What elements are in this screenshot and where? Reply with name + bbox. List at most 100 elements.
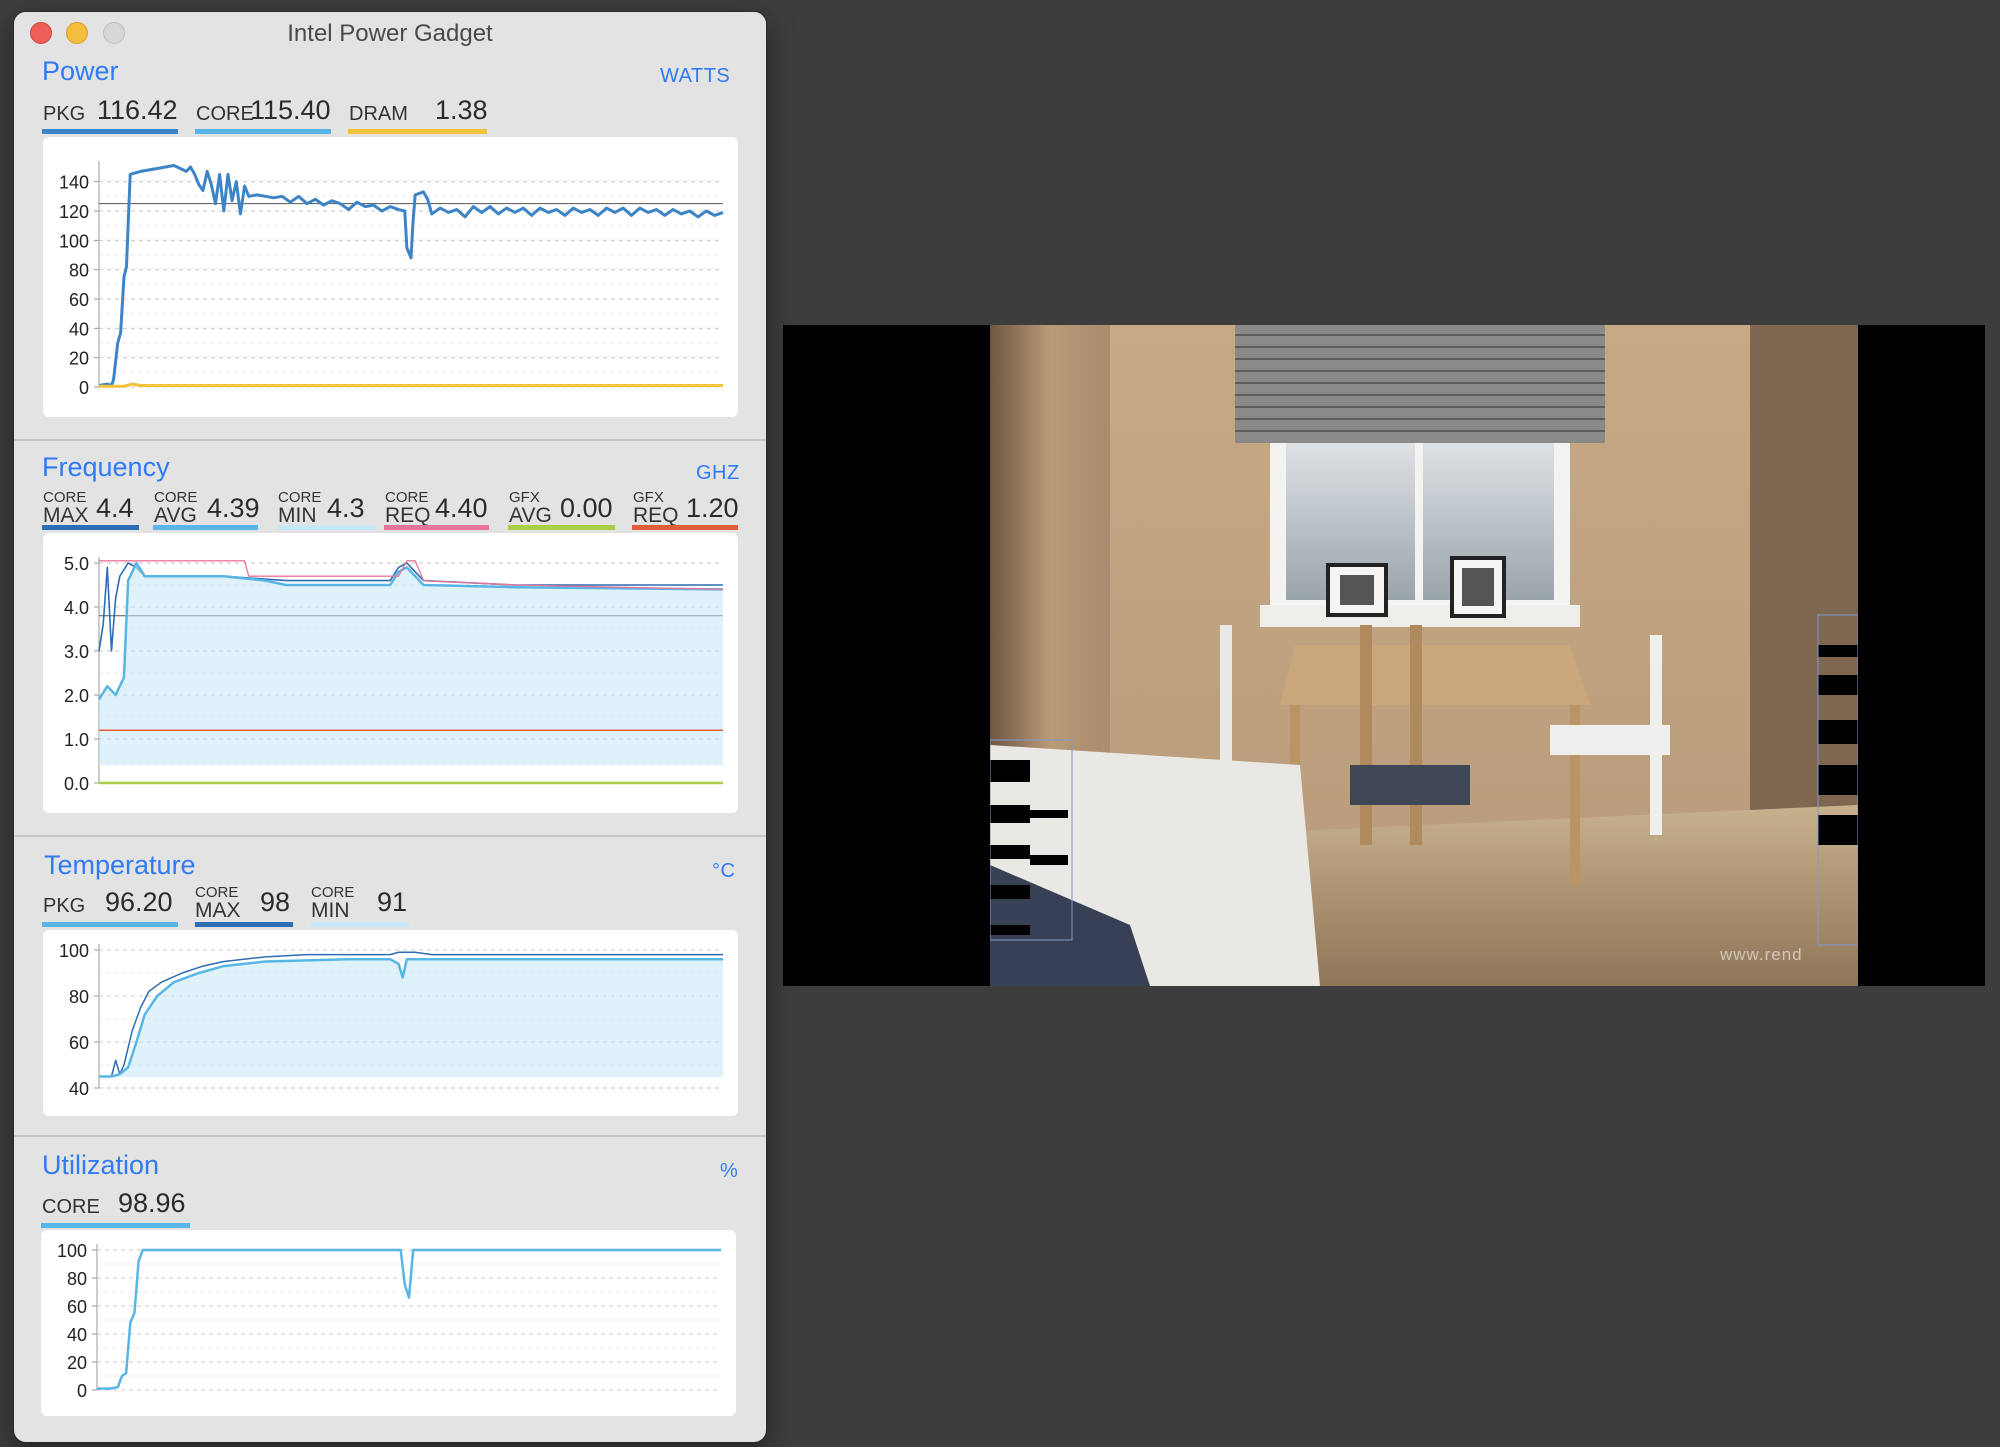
y-tick-label: 140 [59,173,89,193]
power-pkg-label: PKG [43,103,86,125]
freq-core-max-value: 4.4 [96,493,134,523]
window-title: Intel Power Gadget [287,20,493,47]
freq-core-req-label-top: CORE [385,489,429,506]
freq-gfx-req-label-bottom: REQ [633,504,679,527]
series-line [97,1248,721,1390]
section-divider [14,439,766,441]
kitchen-scene-illustration [990,325,1858,986]
util-core-label: CORE [42,1196,100,1218]
power-core-underline [195,129,331,134]
render-preview-panel: www.rend [783,325,1985,986]
frequency-chart-svg: 0.0 1.0 2.0 3.0 4.0 5.0 [64,554,724,794]
freq-core-avg-underline [153,525,258,530]
freq-core-avg-label: CORE AVG [154,490,197,526]
freq-core-avg-label-bottom: AVG [154,504,197,527]
freq-core-avg-label-top: CORE [154,489,198,506]
freq-core-req-label-bottom: REQ [385,504,431,527]
y-tick-label: 100 [59,941,89,961]
freq-core-max-label-bottom: MAX [43,504,89,527]
y-tick-label: 80 [69,261,89,281]
temp-pkg-value: 96.20 [105,887,173,917]
temperature-chart: 40 60 80 100 [43,930,738,1116]
temp-core-min-value: 91 [377,887,408,917]
freq-gfx-req-label-top: GFX [633,489,664,506]
y-tick-label: 20 [67,1353,87,1373]
temperature-section-title: Temperature [44,850,196,880]
power-gadget-window: Intel Power Gadget Power WATTS PKG 116.4… [14,12,766,1442]
freq-gfx-avg-label: GFX AVG [509,490,552,526]
freq-core-max-underline [42,525,139,530]
y-tick-label: 60 [69,1033,89,1053]
y-tick-label: 100 [59,231,89,251]
utilization-section-title: Utilization [42,1150,160,1180]
power-dram-label: DRAM [349,103,408,125]
freq-gfx-req-label: GFX REQ [633,490,679,526]
y-tick-label: 120 [59,202,89,222]
temp-core-min-label-bottom: MIN [311,899,350,922]
freq-gfx-req-value: 1.20 [686,493,739,523]
freq-core-max-label: CORE MAX [43,490,89,526]
y-tick-label: 3.0 [64,642,89,662]
temperature-unit: °C [712,860,736,882]
freq-gfx-avg-value: 0.00 [560,493,613,523]
util-core-value: 98.96 [118,1188,186,1218]
utilization-chart-svg: 0 20 40 60 80 100 [57,1241,721,1401]
y-tick-label: 60 [67,1297,87,1317]
temp-pkg-underline [42,922,178,927]
freq-core-min-label-top: CORE [278,489,322,506]
freq-gfx-req-underline [632,525,738,530]
y-tick-label: 4.0 [64,598,89,618]
y-tick-label: 2.0 [64,686,89,706]
temp-core-max-label-bottom: MAX [195,899,241,922]
freq-core-req-label: CORE REQ [385,490,431,526]
util-core-underline [41,1223,190,1228]
y-tick-label: 0 [79,378,89,398]
series-fill-area [99,959,723,1077]
y-tick-label: 0 [77,1381,87,1401]
series-line [98,164,724,388]
frequency-chart: 0.0 1.0 2.0 3.0 4.0 5.0 [43,533,738,813]
series-fill-area [99,563,723,766]
y-tick-label: 0.0 [64,774,89,794]
temp-pkg-label: PKG [43,895,86,917]
freq-gfx-avg-label-bottom: AVG [509,504,552,527]
temp-core-min-label-top: CORE [311,884,355,901]
power-pkg-underline [42,129,178,134]
temp-core-max-value: 98 [260,887,291,917]
power-core-label: CORE [196,103,254,125]
power-dram-value: 1.38 [435,95,488,125]
y-tick-label: 40 [69,1079,89,1099]
y-tick-label: 80 [67,1269,87,1289]
temp-core-min-underline [311,922,409,927]
y-tick-label: 1.0 [64,730,89,750]
y-tick-label: 80 [69,987,89,1007]
y-tick-label: 5.0 [64,554,89,574]
temp-core-max-label-top: CORE [195,884,239,901]
freq-core-req-underline [384,525,489,530]
power-unit: WATTS [660,65,731,87]
freq-gfx-avg-label-top: GFX [509,489,540,506]
temp-core-min-label: CORE MIN [311,885,354,921]
freq-core-min-underline [277,525,376,530]
power-chart: 0 20 40 60 80 100 120 140 [43,137,738,417]
freq-core-avg-value: 4.39 [207,493,260,523]
y-tick-label: 20 [69,349,89,369]
section-divider [14,1135,766,1137]
freq-core-req-value: 4.40 [435,493,488,523]
freq-core-min-value: 4.3 [327,493,365,523]
section-divider [14,835,766,837]
freq-core-min-label: CORE MIN [278,490,321,526]
power-core-value: 115.40 [250,95,331,125]
render-watermark: www.rend [1720,945,1803,964]
temp-core-max-underline [195,922,293,927]
freq-core-max-label-top: CORE [43,489,87,506]
frequency-section-title: Frequency [42,452,170,482]
freq-gfx-avg-underline [508,525,615,530]
freq-core-min-label-bottom: MIN [278,504,317,527]
utilization-unit: % [720,1160,739,1182]
temperature-chart-svg: 40 60 80 100 [59,941,723,1099]
window-titlebar[interactable]: Intel Power Gadget [14,12,766,54]
y-tick-label: 60 [69,290,89,310]
y-tick-label: 40 [69,319,89,339]
utilization-chart: 0 20 40 60 80 100 [41,1230,736,1416]
